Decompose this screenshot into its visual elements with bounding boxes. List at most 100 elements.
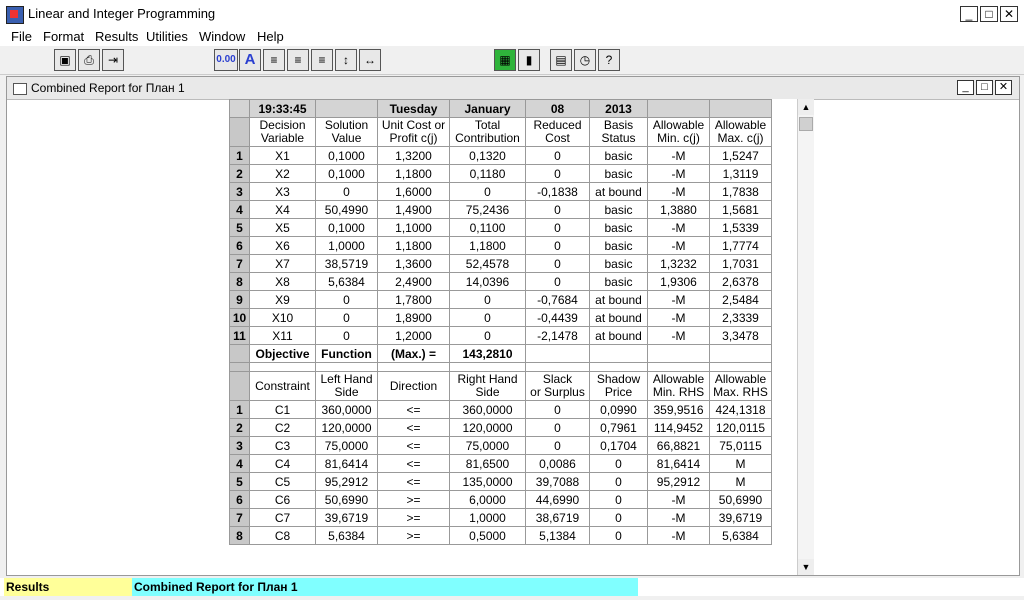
constraint-cell-7[interactable]: -M xyxy=(647,526,710,545)
variable-cell-5[interactable]: 0 xyxy=(525,200,590,219)
constraint-cell-0[interactable]: 6 xyxy=(229,490,250,509)
variable-cell-6[interactable]: basic xyxy=(589,164,648,183)
child-minimize-button[interactable]: _ xyxy=(957,80,974,95)
constraint-header-8[interactable]: Allowable Max. RHS xyxy=(709,371,772,401)
constraint-cell-1[interactable]: C7 xyxy=(249,508,316,527)
variable-cell-5[interactable]: 0 xyxy=(525,218,590,237)
constraint-header-1[interactable]: Constraint xyxy=(249,371,316,401)
variable-cell-0[interactable]: 1 xyxy=(229,146,250,165)
variable-cell-3[interactable]: 1,3200 xyxy=(377,146,450,165)
variable-cell-0[interactable]: 4 xyxy=(229,200,250,219)
variable-cell-7[interactable]: -M xyxy=(647,308,710,327)
variable-cell-8[interactable]: 2,5484 xyxy=(709,290,772,309)
variable-cell-7[interactable]: -M xyxy=(647,290,710,309)
constraint-header-0[interactable] xyxy=(229,371,250,401)
date-cell-6[interactable]: 2013 xyxy=(589,99,648,118)
variable-cell-7[interactable]: -M xyxy=(647,236,710,255)
variable-cell-4[interactable]: 52,4578 xyxy=(449,254,526,273)
variable-cell-7[interactable]: 1,3232 xyxy=(647,254,710,273)
constraint-cell-8[interactable]: 50,6990 xyxy=(709,490,772,509)
variable-cell-4[interactable]: 0,1100 xyxy=(449,218,526,237)
variable-cell-0[interactable]: 3 xyxy=(229,182,250,201)
variable-cell-8[interactable]: 1,3119 xyxy=(709,164,772,183)
constraint-cell-5[interactable]: 0 xyxy=(525,400,590,419)
constraint-cell-6[interactable]: 0,1704 xyxy=(589,436,648,455)
variable-cell-2[interactable]: 0 xyxy=(315,182,378,201)
constraint-cell-6[interactable]: 0 xyxy=(589,454,648,473)
variable-cell-3[interactable]: 1,7800 xyxy=(377,290,450,309)
variable-cell-2[interactable]: 0,1000 xyxy=(315,218,378,237)
scroll-up-icon[interactable]: ▲ xyxy=(798,99,814,115)
constraint-cell-6[interactable]: 0,7961 xyxy=(589,418,648,437)
variable-cell-5[interactable]: -0,1838 xyxy=(525,182,590,201)
constraint-cell-1[interactable]: C6 xyxy=(249,490,316,509)
align-right-icon[interactable]: ≡ xyxy=(311,49,333,71)
constraint-cell-5[interactable]: 44,6990 xyxy=(525,490,590,509)
child-close-button[interactable]: ✕ xyxy=(995,80,1012,95)
variable-cell-7[interactable]: -M xyxy=(647,218,710,237)
spacer-cell-1[interactable] xyxy=(249,362,316,372)
constraint-header-4[interactable]: Right Hand Side xyxy=(449,371,526,401)
objective-cell-4[interactable]: 143,2810 xyxy=(449,344,526,363)
constraint-cell-4[interactable]: 81,6500 xyxy=(449,454,526,473)
variable-cell-3[interactable]: 1,1000 xyxy=(377,218,450,237)
variable-cell-6[interactable]: at bound xyxy=(589,326,648,345)
constraint-cell-4[interactable]: 120,0000 xyxy=(449,418,526,437)
bar-chart-icon[interactable]: ▮ xyxy=(518,49,540,71)
variable-header-7[interactable]: Allowable Min. c(j) xyxy=(647,117,710,147)
variable-cell-4[interactable]: 0 xyxy=(449,182,526,201)
scroll-thumb[interactable] xyxy=(799,117,813,131)
variable-cell-7[interactable]: -M xyxy=(647,146,710,165)
variable-header-0[interactable] xyxy=(229,117,250,147)
variable-cell-6[interactable]: basic xyxy=(589,236,648,255)
variable-cell-3[interactable]: 1,1800 xyxy=(377,164,450,183)
variable-cell-4[interactable]: 14,0396 xyxy=(449,272,526,291)
constraint-cell-3[interactable]: >= xyxy=(377,490,450,509)
variable-cell-0[interactable]: 5 xyxy=(229,218,250,237)
variable-cell-6[interactable]: basic xyxy=(589,146,648,165)
constraint-cell-6[interactable]: 0 xyxy=(589,526,648,545)
variable-cell-0[interactable]: 11 xyxy=(229,326,250,345)
objective-cell-2[interactable]: Function xyxy=(315,344,378,363)
variable-cell-1[interactable]: X4 xyxy=(249,200,316,219)
constraint-cell-4[interactable]: 1,0000 xyxy=(449,508,526,527)
row-height-icon[interactable]: ↕ xyxy=(335,49,357,71)
constraint-cell-1[interactable]: C1 xyxy=(249,400,316,419)
variable-cell-8[interactable]: 1,5247 xyxy=(709,146,772,165)
constraint-cell-3[interactable]: <= xyxy=(377,418,450,437)
constraint-header-2[interactable]: Left Hand Side xyxy=(315,371,378,401)
objective-cell-6[interactable] xyxy=(589,344,648,363)
date-cell-4[interactable]: January xyxy=(449,99,526,118)
variable-cell-6[interactable]: basic xyxy=(589,254,648,273)
variable-cell-6[interactable]: basic xyxy=(589,218,648,237)
scroll-down-icon[interactable]: ▼ xyxy=(798,559,814,575)
variable-cell-1[interactable]: X9 xyxy=(249,290,316,309)
constraint-cell-8[interactable]: 424,1318 xyxy=(709,400,772,419)
print-icon[interactable]: ⎙ xyxy=(78,49,100,71)
spacer-cell-6[interactable] xyxy=(589,362,648,372)
spacer-cell-3[interactable] xyxy=(377,362,450,372)
variable-cell-1[interactable]: X6 xyxy=(249,236,316,255)
variable-cell-4[interactable]: 0 xyxy=(449,290,526,309)
menu-results[interactable]: Results xyxy=(95,28,138,46)
constraint-cell-3[interactable]: >= xyxy=(377,526,450,545)
variable-cell-7[interactable]: -M xyxy=(647,164,710,183)
date-cell-3[interactable]: Tuesday xyxy=(377,99,450,118)
clock-icon[interactable]: ◷ xyxy=(574,49,596,71)
align-left-icon[interactable]: ≡ xyxy=(263,49,285,71)
objective-cell-5[interactable] xyxy=(525,344,590,363)
constraint-cell-3[interactable]: <= xyxy=(377,436,450,455)
variable-cell-0[interactable]: 6 xyxy=(229,236,250,255)
constraint-cell-5[interactable]: 39,7088 xyxy=(525,472,590,491)
variable-cell-3[interactable]: 1,1800 xyxy=(377,236,450,255)
constraint-header-3[interactable]: Direction xyxy=(377,371,450,401)
variable-cell-8[interactable]: 3,3478 xyxy=(709,326,772,345)
constraint-cell-3[interactable]: >= xyxy=(377,508,450,527)
constraint-cell-5[interactable]: 0,0086 xyxy=(525,454,590,473)
constraint-cell-6[interactable]: 0 xyxy=(589,508,648,527)
variable-cell-1[interactable]: X8 xyxy=(249,272,316,291)
variable-cell-4[interactable]: 75,2436 xyxy=(449,200,526,219)
variable-cell-3[interactable]: 1,4900 xyxy=(377,200,450,219)
constraint-cell-4[interactable]: 360,0000 xyxy=(449,400,526,419)
constraint-cell-1[interactable]: C4 xyxy=(249,454,316,473)
